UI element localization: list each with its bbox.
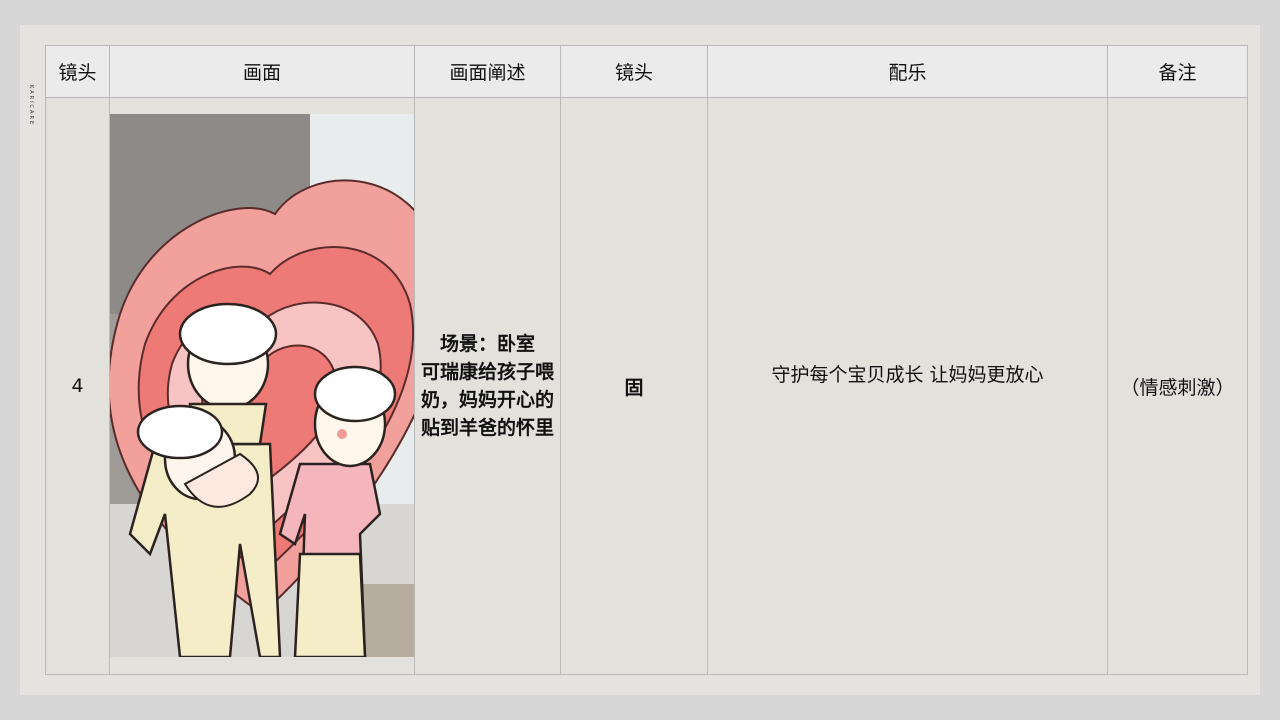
family-illustration-image: [110, 114, 414, 657]
desc-line: 奶，妈妈开心的: [420, 389, 554, 411]
desc-line: 场景：卧室: [439, 333, 535, 355]
header-music: 配乐: [707, 45, 1108, 98]
header-shot-no: 镜头: [45, 45, 110, 98]
header-shot-type: 镜头: [560, 45, 708, 98]
cell-frame-desc: 场景：卧室 可瑞康给孩子喂 奶，妈妈开心的 贴到羊爸的怀里: [414, 97, 561, 675]
cell-shot-no: 4: [45, 97, 110, 675]
cell-notes: （情感刺激）: [1107, 97, 1248, 675]
desc-line: 贴到羊爸的怀里: [420, 417, 554, 439]
header-frame-desc: 画面阐述: [414, 45, 561, 98]
side-logo-text: KARICARE: [28, 85, 34, 127]
header-notes: 备注: [1107, 45, 1248, 98]
storyboard-slide: KARICARE 镜头 画面 画面阐述 镜头 配乐 备注 4 场景：卧室 可瑞康…: [20, 25, 1260, 695]
music-text: 守护每个宝贝成长 让妈妈更放心: [771, 363, 1044, 386]
header-row: 镜头 画面 画面阐述 镜头 配乐 备注: [45, 45, 1248, 98]
cell-shot-type: 固: [560, 97, 708, 675]
cell-frame: [109, 97, 415, 675]
frame-illustration: [110, 114, 414, 657]
table-row: 4 场景：卧室 可瑞康给孩子喂 奶，妈妈开心的 贴到羊爸的怀里 固 守护每个宝贝…: [45, 97, 1248, 675]
header-frame: 画面: [109, 45, 415, 98]
desc-line: 可瑞康给孩子喂: [420, 361, 554, 383]
storyboard-table: 镜头 画面 画面阐述 镜头 配乐 备注 4 场景：卧室 可瑞康给孩子喂 奶，妈妈…: [45, 45, 1248, 675]
cell-music: 守护每个宝贝成长 让妈妈更放心: [707, 97, 1108, 675]
